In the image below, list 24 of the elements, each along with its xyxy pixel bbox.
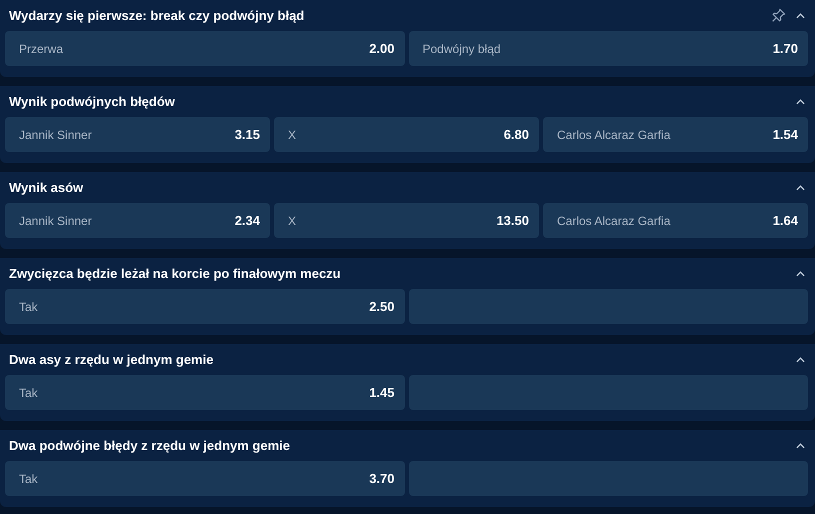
collapse-icon[interactable] <box>796 442 805 448</box>
market-title: Wynik asów <box>9 180 84 195</box>
odds-button[interactable]: Tak 2.50 <box>5 289 404 324</box>
odds-button[interactable]: Tak 3.70 <box>5 461 404 496</box>
collapse-icon[interactable] <box>796 98 805 104</box>
odds-button[interactable]: Jannik Sinner 2.34 <box>5 203 270 238</box>
market-title: Dwa asy z rzędu w jednym gemie <box>9 352 214 367</box>
odds-button[interactable]: Tak 1.45 <box>5 375 404 410</box>
collapse-icon[interactable] <box>796 184 805 190</box>
market-title: Dwa podwójne błędy z rzędu w jednym gemie <box>9 438 291 453</box>
odds-button[interactable]: Przerwa 2.00 <box>5 31 404 66</box>
odds-button[interactable]: Carlos Alcaraz Garfia 1.54 <box>543 117 808 152</box>
odds-button[interactable]: Carlos Alcaraz Garfia 1.64 <box>543 203 808 238</box>
collapse-icon[interactable] <box>796 356 805 362</box>
market-title: Zwycięzca będzie leżał na korcie po finałowym meczu <box>9 266 342 281</box>
odds-button[interactable]: X 6.80 <box>274 117 539 152</box>
pin-icon[interactable] <box>771 8 786 23</box>
collapse-icon[interactable] <box>796 12 805 18</box>
odds-button[interactable]: Podwójny błąd 1.70 <box>408 31 808 66</box>
market-title: Wynik podwójnych błędów <box>9 94 176 109</box>
collapse-icon[interactable] <box>796 270 805 276</box>
market-title: Wydarzy się pierwsze: break czy podwójny błąd <box>9 8 306 23</box>
odds-button[interactable]: Jannik Sinner 3.15 <box>5 117 270 152</box>
odds-button[interactable]: X 13.50 <box>274 203 539 238</box>
